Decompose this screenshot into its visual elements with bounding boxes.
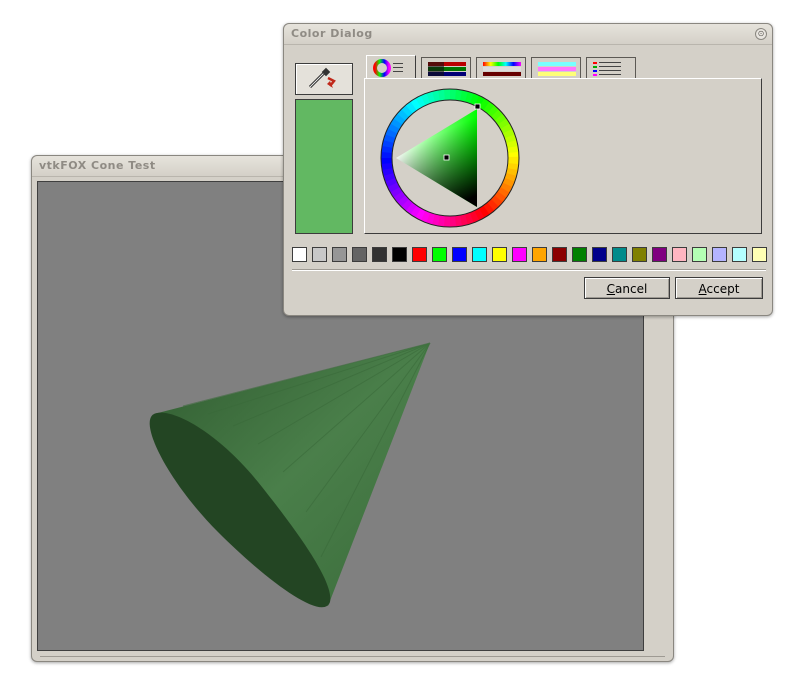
rgb-sliders-icon — [428, 62, 466, 76]
color-swatch[interactable] — [552, 247, 567, 262]
hue-wheel[interactable] — [380, 88, 520, 228]
color-swatch[interactable] — [692, 247, 707, 262]
color-swatch[interactable] — [292, 247, 307, 262]
color-swatch[interactable] — [372, 247, 387, 262]
color-swatch[interactable] — [592, 247, 607, 262]
hue-ring-segment — [507, 156, 519, 165]
accept-button[interactable]: Accept — [675, 277, 763, 299]
accept-label-post: ccept — [706, 282, 740, 296]
color-swatch[interactable] — [652, 247, 667, 262]
color-swatch[interactable] — [312, 247, 327, 262]
color-swatch[interactable] — [452, 247, 467, 262]
hsv-sliders-tab[interactable] — [476, 57, 526, 78]
cancel-label-post: ancel — [615, 282, 648, 296]
dialog-divider — [292, 269, 766, 271]
rgb-sliders-tab[interactable] — [421, 57, 471, 78]
color-swatch[interactable] — [412, 247, 427, 262]
color-list-tab[interactable] — [586, 57, 636, 78]
color-swatch[interactable] — [432, 247, 447, 262]
cancel-label-key: C — [606, 282, 616, 296]
color-swatch[interactable] — [632, 247, 647, 262]
color-swatch[interactable] — [712, 247, 727, 262]
color-wheel-panel — [364, 78, 762, 234]
accept-label-key: A — [698, 282, 707, 296]
color-list-icon — [593, 62, 621, 76]
dialog-title: Color Dialog — [291, 27, 373, 40]
sv-marker[interactable] — [443, 154, 450, 161]
color-wheel-tab-icon — [373, 59, 403, 77]
color-swatch[interactable] — [572, 247, 587, 262]
color-swatch[interactable] — [672, 247, 687, 262]
color-swatch[interactable] — [352, 247, 367, 262]
color-swatch[interactable] — [612, 247, 627, 262]
main-window-title: vtkFOX Cone Test — [39, 159, 156, 172]
color-wheel-tab[interactable] — [366, 55, 416, 79]
hue-marker[interactable] — [474, 103, 481, 110]
color-swatch[interactable] — [472, 247, 487, 262]
main-status-strip — [40, 656, 665, 661]
color-swatch[interactable] — [512, 247, 527, 262]
dialog-titlebar[interactable]: Color Dialog ⊙ — [284, 24, 772, 45]
color-dialog: Color Dialog ⊙ Cancel Accept — [283, 23, 773, 316]
eyedropper-icon — [308, 67, 336, 89]
close-icon[interactable]: ⊙ — [755, 28, 767, 40]
color-swatch[interactable] — [332, 247, 347, 262]
color-swatch[interactable] — [492, 247, 507, 262]
hsv-sliders-icon — [483, 62, 521, 76]
color-swatch[interactable] — [732, 247, 747, 262]
color-swatch[interactable] — [392, 247, 407, 262]
cmy-sliders-icon — [538, 62, 576, 76]
color-swatch[interactable] — [752, 247, 767, 262]
cmy-sliders-tab[interactable] — [531, 57, 581, 78]
color-swatch[interactable] — [532, 247, 547, 262]
cancel-button[interactable]: Cancel — [584, 277, 670, 299]
eyedropper-button[interactable] — [295, 63, 353, 95]
current-color-well[interactable] — [295, 99, 353, 234]
